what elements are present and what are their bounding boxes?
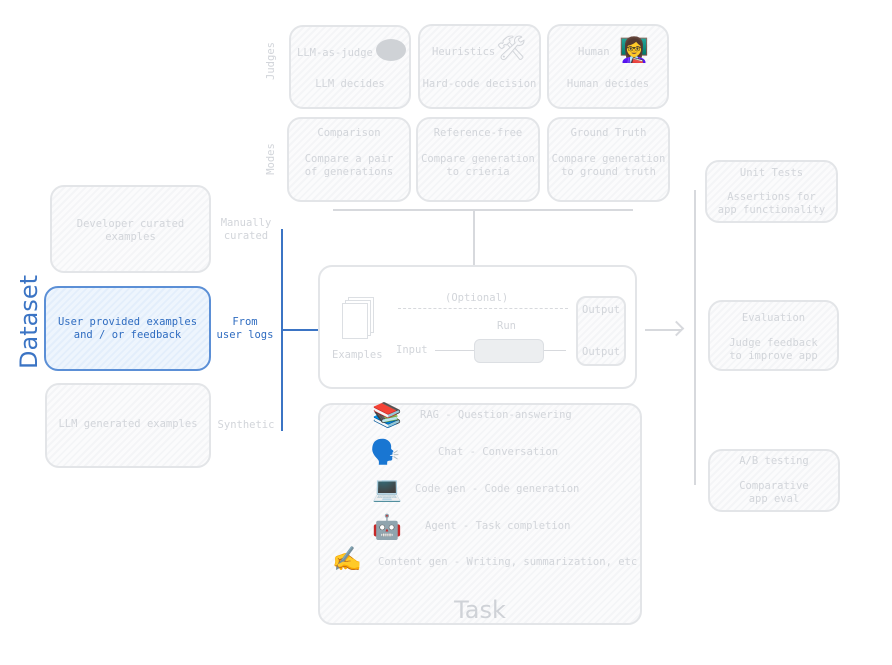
mode-title: Comparison bbox=[317, 127, 381, 139]
result-title: Evaluation bbox=[741, 312, 806, 324]
result-evaluation: Evaluation Judge feedback to improve app bbox=[708, 300, 839, 371]
task-item: Agent - Task completion bbox=[425, 520, 571, 532]
mode-desc: Compare generation to ground truth bbox=[551, 153, 666, 178]
dataset-developer-curated: Developer curated examples bbox=[50, 185, 211, 273]
source-label: Synthetic bbox=[217, 419, 275, 431]
dataset-llm-generated: LLM generated examples bbox=[45, 383, 211, 468]
dataset-user-provided: User provided examples and / or feedback bbox=[44, 286, 211, 371]
connector-line bbox=[473, 210, 475, 266]
result-unit-tests: Unit Tests Assertions for app functional… bbox=[705, 160, 838, 223]
task-item: Code gen - Code generation bbox=[415, 483, 580, 495]
brain-icon bbox=[376, 39, 406, 61]
writing-hand-icon: ✍️ bbox=[332, 545, 362, 573]
dataset-connector bbox=[281, 329, 318, 331]
input-arrow bbox=[435, 350, 475, 351]
judge-desc: Hard-code decision bbox=[422, 78, 537, 90]
task-item: Chat - Conversation bbox=[438, 446, 559, 458]
result-ab-testing: A/B testing Comparative app eval bbox=[708, 449, 840, 512]
result-desc: Judge feedback to improve app bbox=[729, 337, 818, 362]
examples-label: Examples bbox=[332, 349, 383, 361]
task-panel: 📚 RAG - Question-answering 🗣️ Chat - Con… bbox=[318, 401, 642, 625]
task-item: RAG - Question-answering bbox=[420, 409, 572, 421]
results-line bbox=[694, 190, 696, 485]
robot-icon: 🤖 bbox=[372, 513, 402, 541]
task-item: Content gen - Writing, summarization, et… bbox=[378, 556, 638, 568]
result-desc: Assertions for app functionality bbox=[717, 191, 826, 216]
speaking-head-icon: 🗣️ bbox=[370, 438, 400, 466]
teacher-icon: 👩‍🏫 bbox=[619, 36, 649, 64]
output-box: Output Output bbox=[576, 296, 626, 366]
source-label: Manually curated bbox=[220, 217, 272, 242]
modes-label: Modes bbox=[264, 143, 277, 175]
dataset-text: LLM generated examples bbox=[58, 418, 198, 430]
hammer-wrench-icon: 🛠 bbox=[496, 34, 527, 62]
optional-label: (Optional) bbox=[445, 292, 509, 304]
run-label: Run bbox=[497, 320, 516, 332]
dataset-title: Dataset bbox=[14, 275, 43, 369]
output-label: Output bbox=[582, 304, 620, 316]
mode-desc: Compare generation to crieria bbox=[421, 153, 535, 178]
task-title: Task bbox=[454, 596, 506, 624]
judge-desc: Human decides bbox=[566, 78, 650, 90]
output-label: Output bbox=[582, 346, 620, 358]
optional-arrow bbox=[398, 308, 568, 309]
mode-title: Reference-free bbox=[433, 127, 523, 139]
judge-desc: LLM decides bbox=[315, 78, 385, 90]
output-arrow bbox=[544, 350, 566, 351]
result-title: A/B testing bbox=[739, 455, 809, 467]
judge-llm: LLM-as-judge LLM decides bbox=[289, 25, 411, 109]
mode-desc: Compare a pair of generations bbox=[304, 153, 394, 178]
examples-icon bbox=[342, 303, 368, 339]
connector-line bbox=[333, 209, 633, 211]
mode-ground-truth: Ground Truth Compare generation to groun… bbox=[547, 117, 670, 202]
dataset-text: Developer curated examples bbox=[76, 218, 185, 243]
mode-reference-free: Reference-free Compare generation to cri… bbox=[416, 117, 540, 202]
judge-human: Human 👩‍🏫 Human decides bbox=[547, 24, 669, 109]
dataset-text: User provided examples and / or feedback bbox=[57, 316, 198, 341]
source-label: From user logs bbox=[216, 316, 274, 341]
arrow-head-icon bbox=[668, 320, 685, 337]
result-desc: Comparative app eval bbox=[739, 480, 809, 505]
input-label: Input bbox=[396, 344, 428, 356]
run-pipeline-icon bbox=[474, 339, 544, 363]
judge-heuristics: Heuristics 🛠 Hard-code decision bbox=[418, 24, 541, 109]
mode-comparison: Comparison Compare a pair of generations bbox=[287, 117, 411, 202]
laptop-icon: 💻 bbox=[372, 475, 402, 503]
run-panel: Examples (Optional) Input Run Output Out… bbox=[318, 265, 637, 389]
mode-title: Ground Truth bbox=[570, 127, 647, 139]
result-title: Unit Tests bbox=[739, 167, 804, 179]
books-icon: 📚 bbox=[372, 401, 402, 429]
judges-label: Judges bbox=[264, 42, 277, 80]
